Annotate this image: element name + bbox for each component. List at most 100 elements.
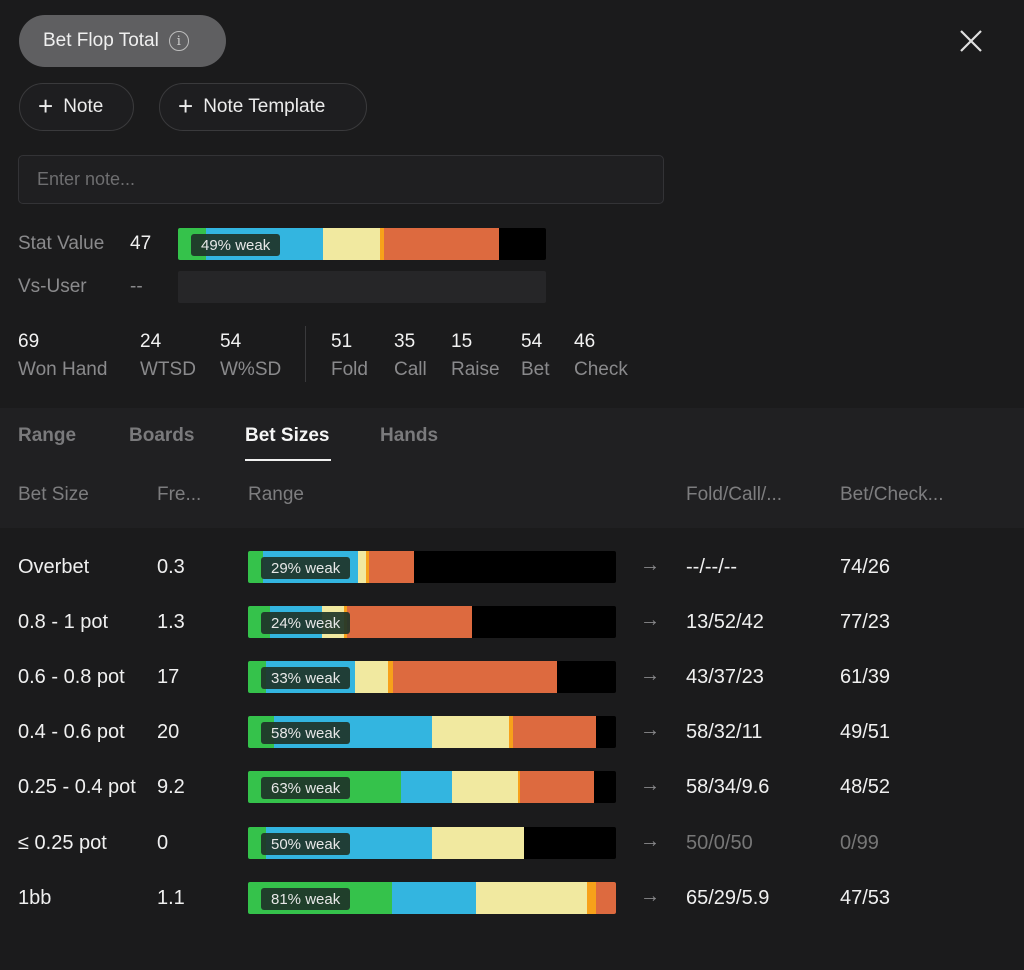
bet-check-value: 61/39 xyxy=(840,666,891,688)
tab-hands[interactable]: Hands xyxy=(380,425,438,447)
stat-value-number: 47 xyxy=(130,233,152,254)
range-bar: 29% weak xyxy=(248,551,616,583)
bet-size-label: ≤ 0.25 pot xyxy=(18,832,107,854)
column-header-bet-size[interactable]: Bet Size xyxy=(18,484,89,506)
arrow-right-icon: → xyxy=(640,885,660,907)
range-bar-tag: 24% weak xyxy=(261,612,351,634)
arrow-right-icon: → xyxy=(640,774,660,796)
range-bar-segment xyxy=(476,882,587,914)
fold-call-raise-value: 43/37/23 xyxy=(686,666,764,688)
stat-raise-value: 15 xyxy=(451,331,473,352)
tab-boards[interactable]: Boards xyxy=(129,425,194,447)
stat-title-pill[interactable]: Bet Flop Total i xyxy=(19,15,226,67)
range-bar-segment xyxy=(391,882,477,914)
frequency-value: 0 xyxy=(157,832,169,854)
note-template-button[interactable]: + Note Template xyxy=(159,83,367,131)
stat-won-hand-label: Won Hand xyxy=(18,359,108,380)
range-bar-segment xyxy=(358,551,366,583)
column-header-range[interactable]: Range xyxy=(248,484,304,506)
bet-size-label: 1bb xyxy=(18,887,52,909)
range-bar-segment xyxy=(347,606,473,638)
range-bar-tag: 50% weak xyxy=(261,833,351,855)
vs-user-bar xyxy=(178,271,546,303)
bet-check-value: 49/51 xyxy=(840,721,891,743)
range-bar-segment xyxy=(323,228,380,260)
plus-icon: + xyxy=(38,90,54,121)
plus-icon: + xyxy=(178,90,194,121)
add-note-button[interactable]: + Note xyxy=(19,83,134,131)
stat-fold-value: 51 xyxy=(331,331,353,352)
frequency-value: 1.3 xyxy=(157,611,185,633)
range-bar-segment xyxy=(400,771,453,803)
note-input[interactable] xyxy=(18,155,664,204)
column-header-bet-check[interactable]: Bet/Check... xyxy=(840,484,944,506)
fold-call-raise-value: --/--/-- xyxy=(686,556,738,578)
fold-call-raise-value: 65/29/5.9 xyxy=(686,887,770,909)
range-bar-tag: 49% weak xyxy=(191,234,281,256)
arrow-right-icon: → xyxy=(640,830,660,852)
close-icon xyxy=(960,30,982,52)
stat-check-value: 46 xyxy=(574,331,596,352)
fold-call-raise-value: 50/0/50 xyxy=(686,832,753,854)
arrow-right-icon: → xyxy=(640,719,660,741)
bet-size-label: 0.6 - 0.8 pot xyxy=(18,666,125,688)
add-note-label: Note xyxy=(63,96,104,117)
range-bar-tag: 81% weak xyxy=(261,888,351,910)
range-bar-segment xyxy=(354,661,388,693)
bet-size-label: 0.25 - 0.4 pot xyxy=(18,776,136,798)
fold-call-raise-value: 13/52/42 xyxy=(686,611,764,633)
range-bar-segment xyxy=(595,882,616,914)
stat-bet-value: 54 xyxy=(521,331,543,352)
range-bar: 24% weak xyxy=(248,606,616,638)
range-bar-segment xyxy=(452,771,519,803)
tab-range[interactable]: Range xyxy=(18,425,76,447)
stat-call-value: 35 xyxy=(394,331,416,352)
range-bar-segment xyxy=(431,716,510,748)
range-bar-tag: 33% weak xyxy=(261,667,351,689)
stat-wsd-value: 54 xyxy=(220,331,242,352)
column-header-fold-call-raise[interactable]: Fold/Call/... xyxy=(686,484,782,506)
arrow-right-icon: → xyxy=(640,609,660,631)
stat-wtsd-label: WTSD xyxy=(140,359,196,380)
bet-check-value: 74/26 xyxy=(840,556,891,578)
frequency-value: 0.3 xyxy=(157,556,185,578)
vs-user-value: -- xyxy=(130,276,143,297)
fold-call-raise-value: 58/34/9.6 xyxy=(686,776,770,798)
range-bar: 58% weak xyxy=(248,716,616,748)
bet-size-label: Overbet xyxy=(18,556,90,578)
bet-check-value: 0/99 xyxy=(840,832,879,854)
close-button[interactable] xyxy=(952,22,990,60)
range-bar-segment xyxy=(369,551,414,583)
info-icon[interactable]: i xyxy=(168,31,189,51)
bet-check-value: 48/52 xyxy=(840,776,891,798)
tab-bet-sizes[interactable]: Bet Sizes xyxy=(245,425,329,447)
stat-title: Bet Flop Total xyxy=(43,30,159,51)
range-bar-tag: 58% weak xyxy=(261,722,351,744)
frequency-value: 1.1 xyxy=(157,887,185,909)
range-bar-segment xyxy=(384,228,499,260)
arrow-right-icon: → xyxy=(640,664,660,686)
range-bar: 63% weak xyxy=(248,771,616,803)
stat-bet-label: Bet xyxy=(521,359,550,380)
bet-size-label: 0.4 - 0.6 pot xyxy=(18,721,125,743)
range-bar-tag: 63% weak xyxy=(261,777,351,799)
range-bar: 33% weak xyxy=(248,661,616,693)
stat-fold-label: Fold xyxy=(331,359,368,380)
frequency-value: 9.2 xyxy=(157,776,185,798)
frequency-value: 17 xyxy=(157,666,180,688)
range-bar-segment xyxy=(431,827,524,859)
bet-check-value: 77/23 xyxy=(840,611,891,633)
range-bar: 50% weak xyxy=(248,827,616,859)
stat-call-label: Call xyxy=(394,359,427,380)
bet-check-value: 47/53 xyxy=(840,887,891,909)
range-bar-segment xyxy=(520,771,594,803)
arrow-right-icon: → xyxy=(640,554,660,576)
range-bar-segment xyxy=(512,716,596,748)
stat-range-bar: 49% weak xyxy=(178,228,546,260)
stat-value-label: Stat Value xyxy=(18,233,105,254)
range-bar: 81% weak xyxy=(248,882,616,914)
range-bar-segment xyxy=(586,882,596,914)
stats-divider xyxy=(305,326,306,382)
column-header-frequency[interactable]: Fre... xyxy=(157,484,201,506)
range-bar-tag: 29% weak xyxy=(261,557,351,579)
